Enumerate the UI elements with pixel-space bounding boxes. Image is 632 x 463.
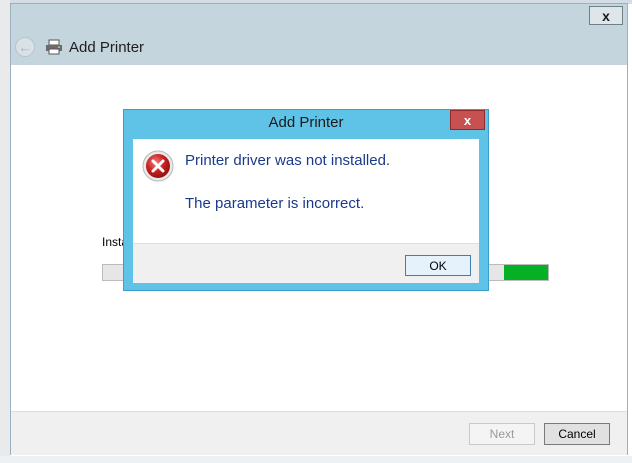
- window-close-button[interactable]: x: [589, 6, 623, 25]
- next-button[interactable]: Next: [469, 423, 535, 445]
- dialog-title: Add Printer: [268, 114, 344, 131]
- dialog-content: Printer driver was not installed. The pa…: [133, 139, 479, 283]
- dialog-close-button[interactable]: x: [450, 110, 485, 130]
- error-message-secondary: The parameter is incorrect.: [185, 195, 365, 212]
- window-title: Add Printer: [69, 39, 145, 56]
- error-icon: [142, 150, 174, 182]
- printer-icon: [46, 39, 62, 55]
- cancel-button[interactable]: Cancel: [544, 423, 610, 445]
- error-message-primary: Printer driver was not installed.: [185, 152, 391, 169]
- ok-button[interactable]: OK: [405, 255, 471, 276]
- wizard-footer: Next Cancel: [11, 411, 627, 455]
- background-window-edge: [0, 0, 10, 463]
- back-button[interactable]: ←: [15, 37, 35, 57]
- progress-bar-fill: [503, 265, 548, 280]
- error-dialog: Add Printer x Printer driver was not ins…: [123, 109, 489, 291]
- background-window-bottom: [0, 456, 632, 463]
- dialog-footer: OK: [133, 243, 479, 283]
